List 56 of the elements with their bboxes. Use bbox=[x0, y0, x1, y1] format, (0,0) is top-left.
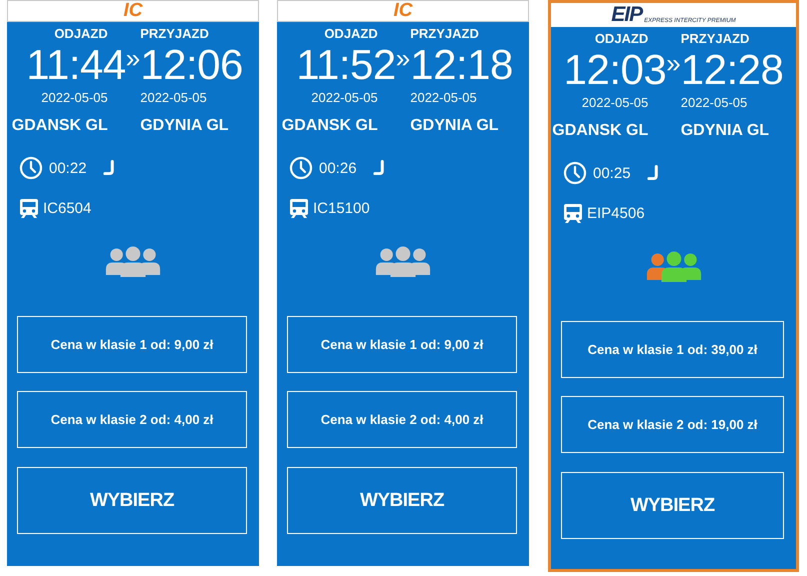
select-button[interactable]: WYBIERZ bbox=[561, 472, 784, 539]
train-number: IC15100 bbox=[313, 200, 370, 216]
departure-time: 11:44 bbox=[25, 42, 126, 88]
seat-icon bbox=[646, 164, 660, 182]
travel-duration: 00:26 bbox=[319, 160, 357, 176]
arrival-time: 12:06 bbox=[140, 42, 244, 88]
train-icon bbox=[563, 202, 583, 224]
departure-label: ODJAZD bbox=[53, 26, 109, 42]
class-price-box[interactable]: Cena w klasie 2 od: 4,00 zł bbox=[287, 391, 517, 448]
arrival-date: 2022-05-05 bbox=[680, 95, 748, 111]
seat-icon bbox=[372, 159, 386, 177]
arrival-date: 2022-05-05 bbox=[140, 90, 208, 106]
class-price-box[interactable]: Cena w klasie 1 od: 9,00 zł bbox=[287, 316, 517, 373]
departure-time: 12:03 bbox=[562, 47, 666, 93]
departure-station: GDANSK GL bbox=[10, 116, 109, 136]
train-number: IC6504 bbox=[43, 200, 92, 216]
train-icon bbox=[19, 197, 39, 219]
train-number: EIP4506 bbox=[587, 204, 645, 222]
separator: » bbox=[666, 47, 681, 79]
brand-logo: EIP bbox=[611, 4, 642, 26]
separator: » bbox=[126, 42, 140, 74]
connection-card[interactable]: IC ODJAZD PRZYJAZD 11:44»12:06 2022-05-05 2022-05-05 GDANSK GL GDYNIA GL 00:22 IC6504 Cena w klasie 1 od: 9,00 zł Cena w klasie 2 od: 4,00 zł WYBIERZ bbox=[7, 0, 259, 566]
select-button[interactable]: WYBIERZ bbox=[287, 467, 517, 534]
departure-label: ODJAZD bbox=[594, 31, 650, 47]
brand-logo: IC bbox=[124, 1, 142, 21]
select-button[interactable]: WYBIERZ bbox=[17, 467, 247, 534]
brand-logo: IC bbox=[394, 1, 412, 21]
class-price-box[interactable]: Cena w klasie 1 od: 9,00 zł bbox=[17, 316, 247, 373]
departure-date: 2022-05-05 bbox=[580, 95, 650, 111]
departure-label: ODJAZD bbox=[323, 26, 379, 42]
departure-date: 2022-05-05 bbox=[40, 90, 109, 106]
departure-station: GDANSK GL bbox=[280, 116, 379, 136]
arrival-station: GDYNIA GL bbox=[680, 121, 770, 141]
travel-duration: 00:25 bbox=[593, 164, 631, 182]
arrival-label: PRZYJAZD bbox=[140, 26, 210, 42]
departure-date: 2022-05-05 bbox=[310, 90, 379, 106]
arrival-time: 12:28 bbox=[680, 47, 784, 93]
class-price-box[interactable]: Cena w klasie 1 od: 39,00 zł bbox=[561, 321, 784, 378]
departure-station: GDANSK GL bbox=[551, 121, 650, 141]
departure-time: 11:52 bbox=[295, 42, 396, 88]
separator: » bbox=[396, 42, 410, 74]
arrival-station: GDYNIA GL bbox=[410, 116, 500, 136]
connection-card[interactable]: IC ODJAZD PRZYJAZD 11:52»12:18 2022-05-05 2022-05-05 GDANSK GL GDYNIA GL 00:26 IC15100 Cena w klasie 1 od: 9,00 zł Cena w klasie 2 od: 4,00 zł WYBIERZ bbox=[277, 0, 529, 566]
clock-icon bbox=[19, 156, 43, 180]
class-price-box[interactable]: Cena w klasie 2 od: 19,00 zł bbox=[561, 396, 784, 453]
class-price-box[interactable]: Cena w klasie 2 od: 4,00 zł bbox=[17, 391, 247, 448]
train-icon bbox=[289, 197, 309, 219]
clock-icon bbox=[563, 161, 587, 185]
arrival-date: 2022-05-05 bbox=[410, 90, 478, 106]
arrival-station: GDYNIA GL bbox=[140, 116, 230, 136]
arrival-label: PRZYJAZD bbox=[680, 31, 750, 47]
clock-icon bbox=[289, 156, 313, 180]
seat-icon bbox=[102, 159, 116, 177]
arrival-label: PRZYJAZD bbox=[410, 26, 480, 42]
travel-duration: 00:22 bbox=[49, 160, 87, 176]
arrival-time: 12:18 bbox=[410, 42, 514, 88]
